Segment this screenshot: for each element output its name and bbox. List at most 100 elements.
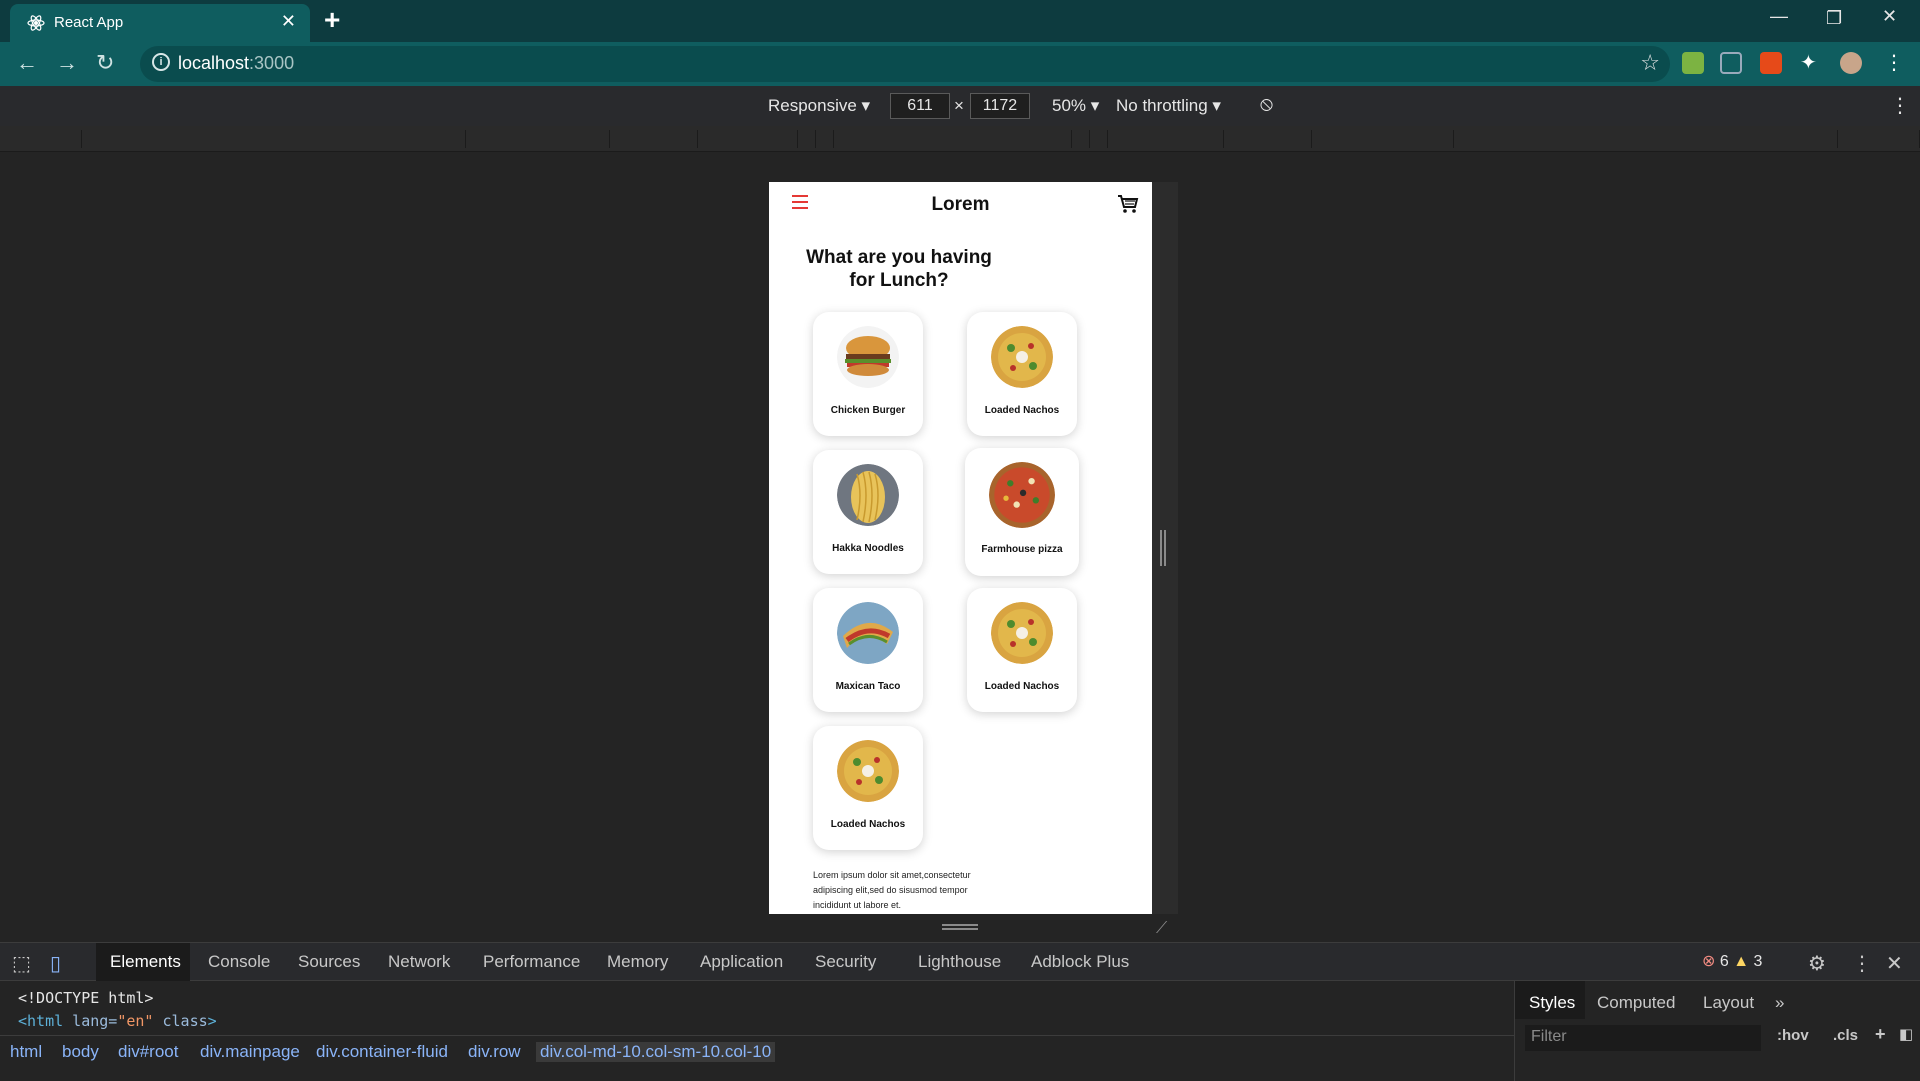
restore-icon[interactable]: ❐ <box>1826 8 1842 29</box>
tab-memory[interactable]: Memory <box>607 952 668 972</box>
zoom-dropdown[interactable]: 50% ▾ <box>1052 96 1099 116</box>
more-tabs-icon[interactable]: » <box>1775 993 1784 1013</box>
throttling-dropdown[interactable]: No throttling ▾ <box>1116 96 1221 116</box>
resize-handle-bottom[interactable] <box>942 924 978 930</box>
media-query-ruler[interactable] <box>0 126 1920 152</box>
crumb-mainpage[interactable]: div.mainpage <box>200 1042 300 1062</box>
tab-performance[interactable]: Performance <box>483 952 580 972</box>
app-brand: Lorem <box>931 194 990 215</box>
dom-line-doctype[interactable]: <!DOCTYPE html> <box>18 987 217 1010</box>
taco-image <box>837 602 899 664</box>
back-icon[interactable]: ← <box>16 50 38 76</box>
browser-titlebar: React App ✕ + — ❐ ✕ <box>0 0 1920 42</box>
food-label: Maxican Taco <box>835 681 901 692</box>
dimension-separator: × <box>954 96 964 115</box>
food-card-loaded-nachos[interactable]: Loaded Nachos <box>813 726 923 850</box>
food-label: Loaded Nachos <box>984 681 1060 692</box>
device-canvas: Lorem What are you having for Lunch? Chi… <box>0 152 1920 942</box>
tab-title: React App <box>54 14 124 31</box>
tab-network[interactable]: Network <box>388 952 450 972</box>
food-label: Chicken Burger <box>830 405 906 416</box>
new-tab-icon[interactable]: + <box>324 6 340 34</box>
reload-icon[interactable]: ↻ <box>96 50 114 76</box>
food-card-maxican-taco[interactable]: Maxican Taco <box>813 588 923 712</box>
tab-application[interactable]: Application <box>700 952 783 972</box>
crumb-root[interactable]: div#root <box>118 1042 178 1062</box>
extension-sheets-icon[interactable] <box>1682 52 1704 74</box>
device-toolbar: Responsive ▾ 611 × 1172 50% ▾ No throttl… <box>0 86 1920 126</box>
device-toggle-icon[interactable]: ▯ <box>50 951 61 976</box>
address-bar[interactable]: i localhost:3000 ☆ <box>140 46 1670 82</box>
tab-adblock-plus[interactable]: Adblock Plus <box>1031 952 1129 972</box>
browser-tab[interactable]: React App ✕ <box>10 4 310 42</box>
settings-gear-icon[interactable]: ⚙ <box>1808 951 1826 976</box>
footer-text: Lorem ipsum dolor sit amet,consectetur a… <box>813 870 971 910</box>
site-info-icon[interactable]: i <box>152 53 170 71</box>
devtools-tabbar: ⬚ ▯ Elements Console Sources Network Per… <box>0 943 1920 981</box>
tab-elements[interactable]: Elements <box>110 952 181 972</box>
tab-layout[interactable]: Layout <box>1703 993 1754 1013</box>
crumb-row[interactable]: div.row <box>468 1042 521 1062</box>
food-card-farmhouse-pizza[interactable]: Farmhouse pizza <box>965 448 1079 576</box>
food-card-hakka-noodles[interactable]: Hakka Noodles <box>813 450 923 574</box>
styles-filter-input[interactable]: Filter <box>1525 1025 1761 1051</box>
height-input[interactable]: 1172 <box>970 93 1030 119</box>
cart-icon[interactable] <box>1116 192 1140 216</box>
cls-toggle[interactable]: .cls <box>1833 1027 1858 1044</box>
hov-toggle[interactable]: :hov <box>1777 1027 1809 1044</box>
bookmark-star-icon[interactable]: ☆ <box>1640 50 1660 76</box>
crumb-body[interactable]: body <box>62 1042 99 1062</box>
tab-close-icon[interactable]: ✕ <box>281 11 296 32</box>
new-rule-icon[interactable]: + <box>1875 1024 1886 1045</box>
forward-icon[interactable]: → <box>56 50 78 76</box>
noodles-image <box>837 464 899 526</box>
crumb-html[interactable]: html <box>10 1042 42 1062</box>
extension-reader-icon[interactable] <box>1720 52 1742 74</box>
responsive-dropdown[interactable]: Responsive ▾ <box>768 96 870 116</box>
breadcrumb: html body div#root div.mainpage div.cont… <box>0 1035 1514 1065</box>
tab-console[interactable]: Console <box>208 952 270 972</box>
resize-handle-right[interactable] <box>1160 530 1166 566</box>
devtools-menu-icon[interactable]: ⋮ <box>1852 951 1872 976</box>
crumb-selected-col[interactable]: div.col-md-10.col-sm-10.col-10 <box>536 1042 776 1062</box>
food-label: Hakka Noodles <box>832 543 904 554</box>
dom-tree[interactable]: <!DOCTYPE html> <html lang="en" class> <box>18 987 217 1033</box>
nachos-image <box>837 740 899 802</box>
food-label: Loaded Nachos <box>830 819 906 830</box>
page-heading: What are you having for Lunch? <box>806 247 992 291</box>
tab-styles[interactable]: Styles <box>1529 993 1575 1013</box>
food-card-loaded-nachos[interactable]: Loaded Nachos <box>967 588 1077 712</box>
chrome-menu-icon[interactable]: ⋮ <box>1884 52 1906 74</box>
devtools-close-icon[interactable]: ✕ <box>1886 951 1903 976</box>
tab-sources[interactable]: Sources <box>298 952 360 972</box>
minimize-icon[interactable]: — <box>1770 6 1788 27</box>
devtools-panel: ⬚ ▯ Elements Console Sources Network Per… <box>0 942 1920 1081</box>
device-menu-icon[interactable]: ⋮ <box>1890 93 1910 118</box>
burger-image <box>837 326 899 388</box>
width-input[interactable]: 611 <box>890 93 950 119</box>
food-card-chicken-burger[interactable]: Chicken Burger <box>813 312 923 436</box>
nachos-image <box>991 602 1053 664</box>
rotate-icon[interactable]: ⦸ <box>1260 93 1273 116</box>
resize-handle-corner[interactable]: ⟋ <box>1156 920 1167 938</box>
crumb-container[interactable]: div.container-fluid <box>316 1042 448 1062</box>
food-label: Farmhouse pizza <box>981 544 1063 555</box>
dom-line-html[interactable]: <html lang="en" class> <box>18 1010 217 1033</box>
sidebar-toggle-icon[interactable]: ◧ <box>1899 1025 1913 1043</box>
extensions-puzzle-icon[interactable]: ✦ <box>1800 52 1822 74</box>
inspect-element-icon[interactable]: ⬚ <box>12 951 31 976</box>
url-text[interactable]: localhost:3000 <box>178 53 294 74</box>
app-viewport: Lorem What are you having for Lunch? Chi… <box>769 182 1152 914</box>
food-card-loaded-nachos[interactable]: Loaded Nachos <box>967 312 1077 436</box>
tab-security[interactable]: Security <box>815 952 876 972</box>
tab-computed[interactable]: Computed <box>1597 993 1675 1013</box>
app-header: Lorem <box>769 182 1152 226</box>
styles-pane: Styles Computed Layout » Filter :hov .cl… <box>1514 981 1920 1081</box>
nachos-image <box>991 326 1053 388</box>
extension-office-icon[interactable] <box>1760 52 1782 74</box>
profile-avatar[interactable] <box>1840 52 1862 74</box>
issues-badge[interactable]: ⊗ 6 ▲ 3 <box>1702 951 1762 971</box>
window-close-icon[interactable]: ✕ <box>1882 6 1897 27</box>
tab-lighthouse[interactable]: Lighthouse <box>918 952 1001 972</box>
pizza-image <box>989 462 1055 528</box>
